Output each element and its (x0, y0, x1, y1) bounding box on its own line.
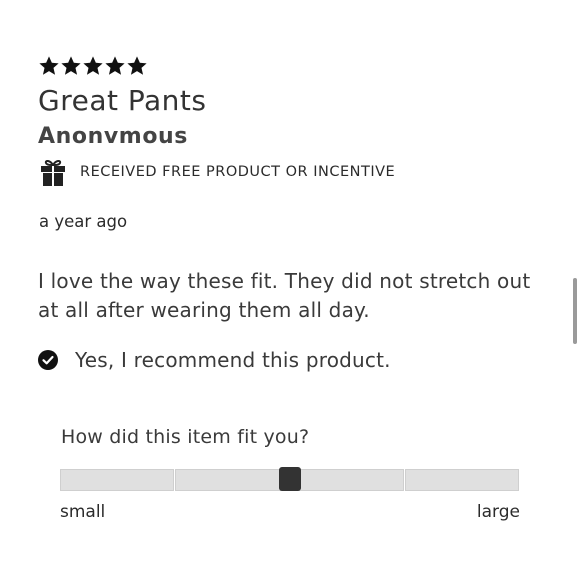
scrollbar[interactable] (573, 278, 577, 344)
incentive-label: RECEIVED FREE PRODUCT OR INCENTIVE (80, 164, 396, 180)
review-date: a year ago (39, 212, 128, 231)
recommend-label: Yes, I recommend this product. (75, 348, 391, 372)
star-icon (105, 56, 125, 75)
star-icon (127, 56, 147, 75)
fit-scale-segment (60, 469, 174, 491)
review-author: Anonvmous (38, 124, 189, 149)
fit-question: How did this item fit you? (61, 426, 310, 448)
gift-icon (41, 159, 65, 186)
fit-max-label: large (476, 502, 520, 522)
star-icon (61, 56, 81, 75)
review-title: Great Pants (38, 84, 207, 117)
review-body: I love the way these fit. They did not s… (38, 269, 531, 322)
incentive-badge: RECEIVED FREE PRODUCT OR INCENTIVE (40, 158, 395, 186)
fit-scale-segment (290, 469, 404, 491)
fit-min-label: small (60, 502, 106, 522)
fit-scale (60, 467, 520, 493)
fit-scale-segment (175, 469, 289, 491)
fit-scale-segment (405, 469, 519, 491)
recommend-row: Yes, I recommend this product. (38, 348, 391, 372)
check-circle-icon (38, 350, 58, 370)
star-rating (38, 54, 148, 78)
fit-indicator (279, 467, 301, 491)
star-icon (83, 56, 103, 75)
star-icon (39, 56, 59, 75)
